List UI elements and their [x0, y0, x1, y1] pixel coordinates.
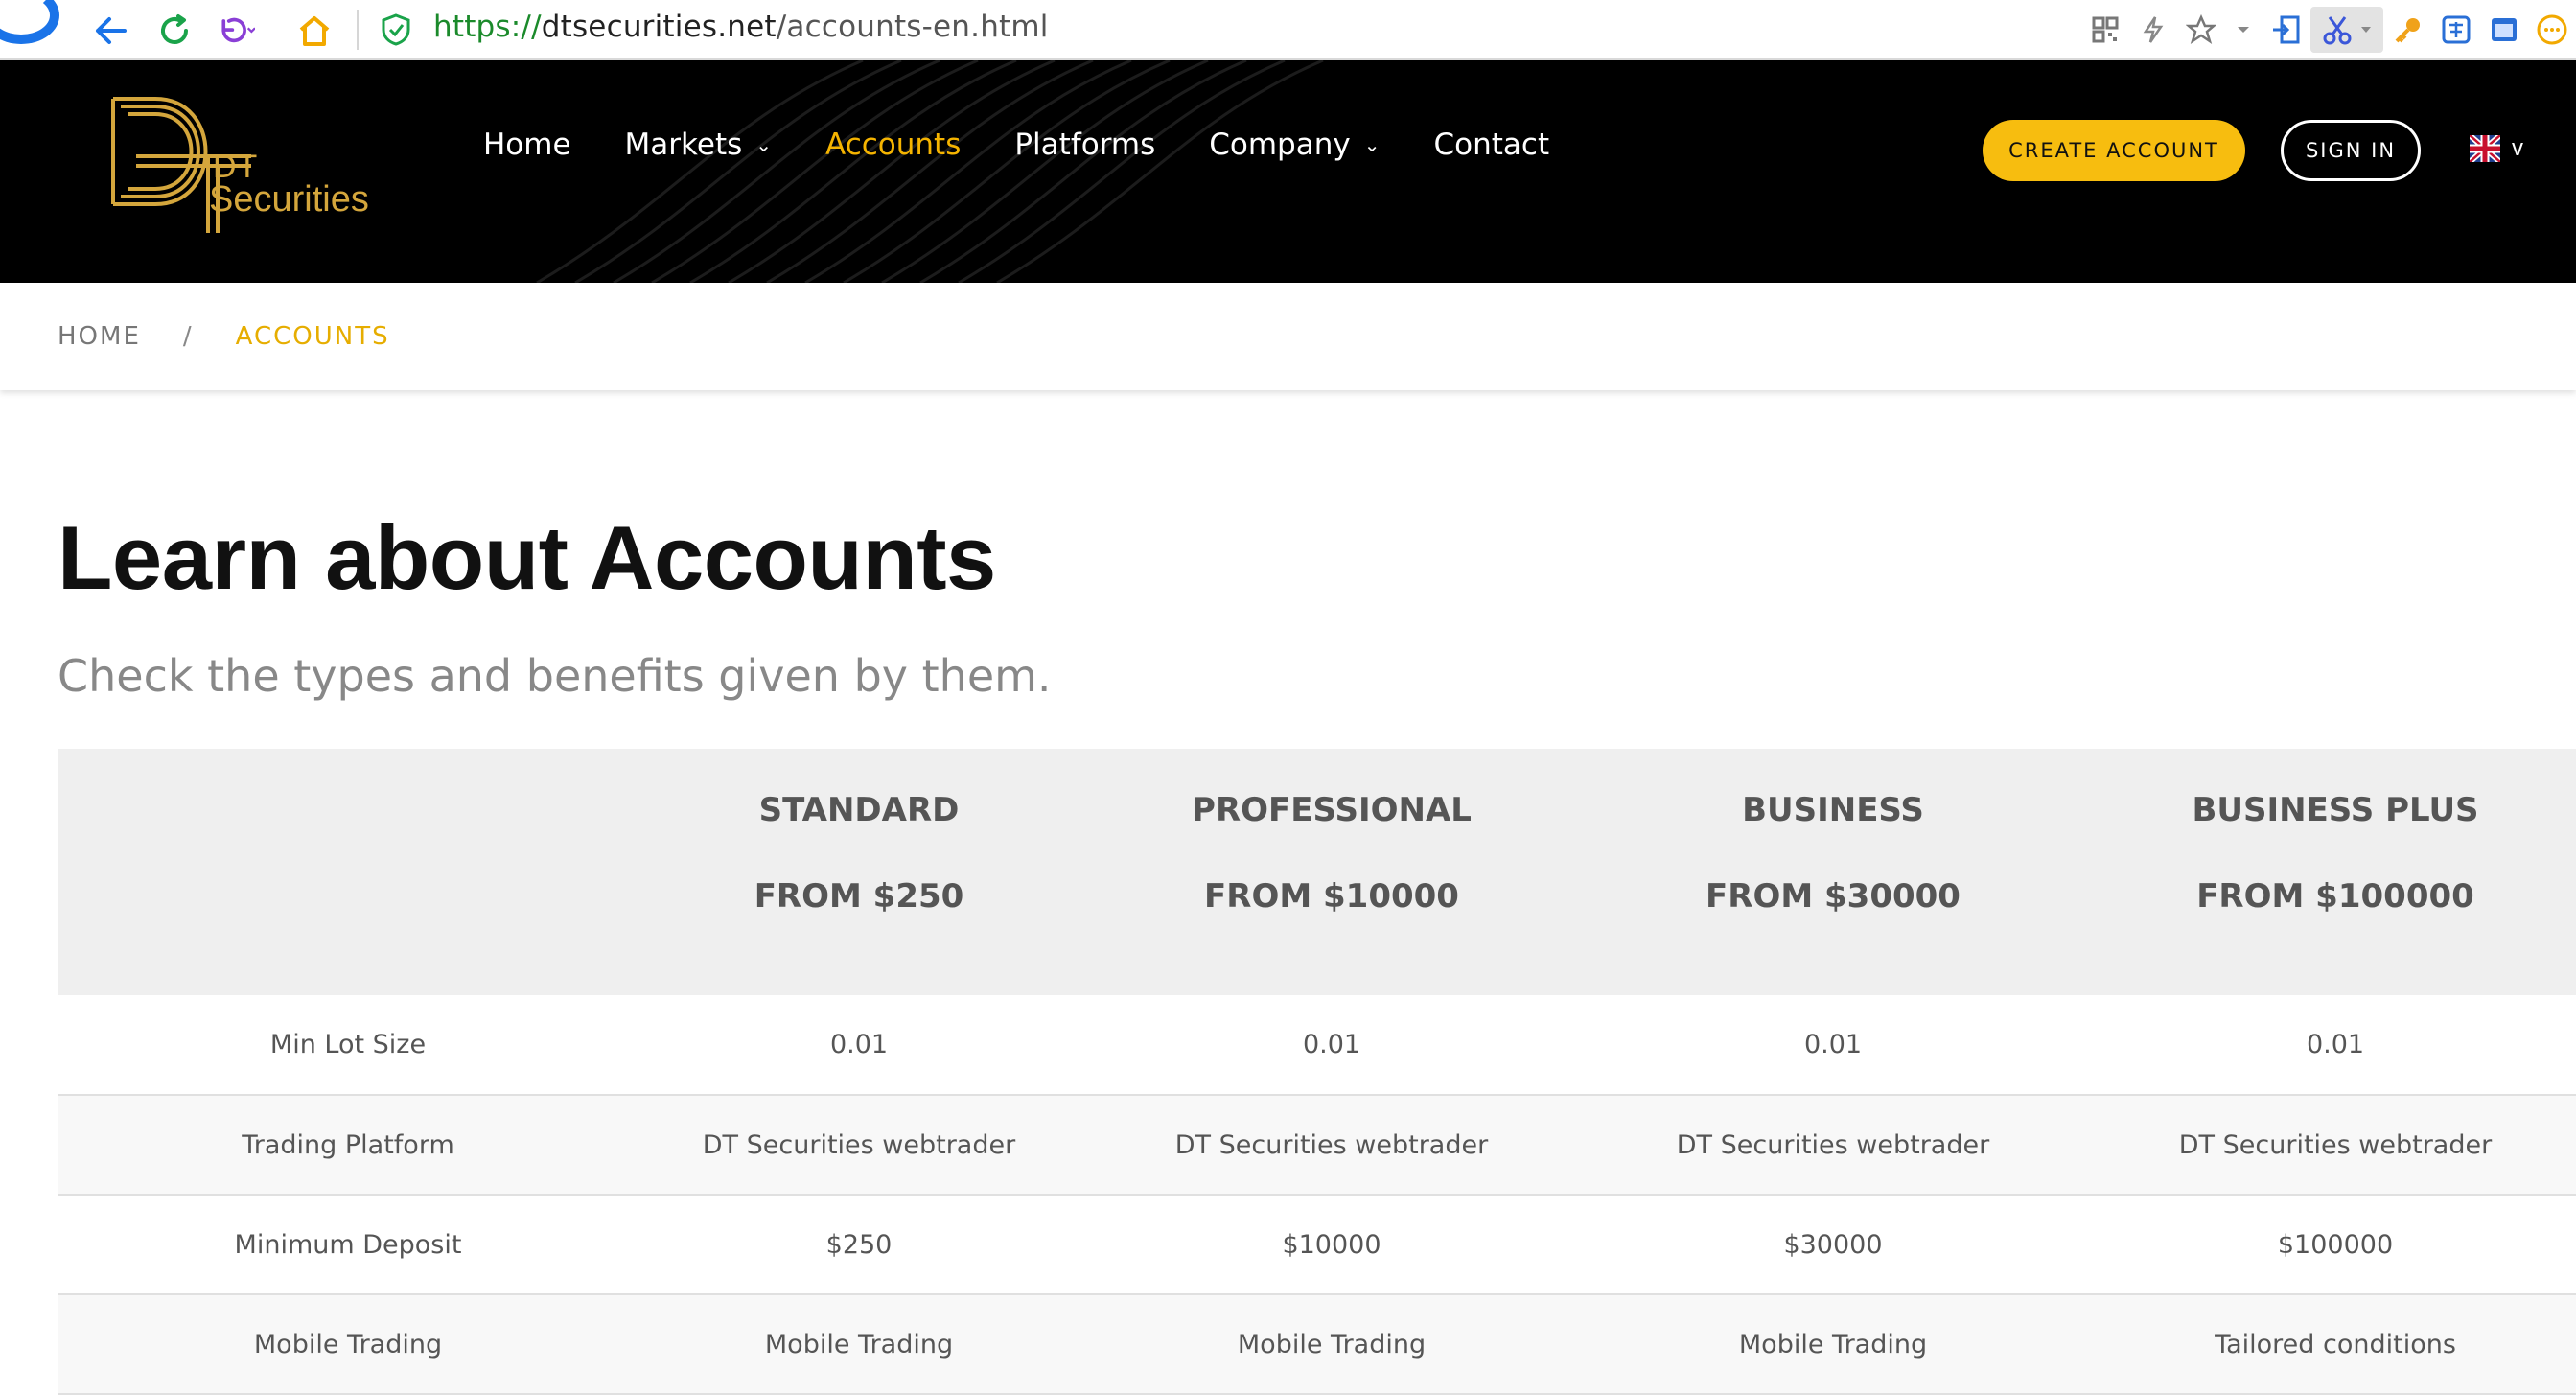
- table-cell: Mobile Trading: [638, 1294, 1079, 1395]
- breadcrumb: HOME / ACCOUNTS: [0, 283, 2576, 390]
- nav-platforms[interactable]: Platforms: [1014, 128, 1155, 162]
- table-cell: DT Securities webtrader: [638, 1095, 1079, 1196]
- nav-markets-label: Markets: [624, 128, 743, 162]
- table-cell: Tailored conditions: [2082, 1294, 2576, 1395]
- accounts-comparison-table: STANDARD FROM $250 PROFESSIONAL FROM $1000…: [58, 749, 2576, 1395]
- plan-price: FROM $10000: [1204, 877, 1459, 916]
- url-protocol: https://: [433, 10, 542, 44]
- table-header: STANDARD FROM $250 PROFESSIONAL FROM $1000…: [58, 749, 2576, 995]
- table-header-row: STANDARD FROM $250 PROFESSIONAL FROM $1000…: [58, 749, 2576, 995]
- nav-company[interactable]: Company ⌄: [1209, 128, 1380, 162]
- table-cell: 0.01: [638, 995, 1079, 1096]
- plan-name: PROFESSIONAL: [1192, 791, 1472, 829]
- row-label: Min Lot Size: [58, 995, 638, 1096]
- reload-icon[interactable]: [155, 12, 194, 50]
- back-arrow-icon[interactable]: [91, 12, 129, 50]
- key-icon[interactable]: [2385, 7, 2431, 53]
- browser-logo-icon: [0, 0, 59, 44]
- table-cell: $10000: [1079, 1195, 1584, 1295]
- login-extension-icon[interactable]: [2263, 7, 2309, 53]
- table-cell: 0.01: [2082, 995, 2576, 1096]
- nav-company-label: Company: [1209, 128, 1351, 162]
- address-bar[interactable]: https://dtsecurities.net/accounts-en.htm…: [433, 10, 1049, 44]
- table-body: Min Lot Size 0.01 0.01 0.01 0.01 Trading…: [58, 995, 2576, 1395]
- lightning-icon[interactable]: [2130, 7, 2176, 53]
- row-label: Mobile Trading: [58, 1294, 638, 1395]
- security-shield-icon: [382, 13, 410, 46]
- plan-name: STANDARD: [758, 791, 960, 829]
- plan-name: BUSINESS: [1742, 791, 1924, 829]
- plan-header-business-plus: BUSINESS PLUS FROM $100000: [2082, 749, 2576, 995]
- nav-accounts[interactable]: Accounts: [825, 128, 961, 162]
- sign-in-button[interactable]: SIGN IN: [2281, 120, 2421, 181]
- table-cell: 0.01: [1079, 995, 1584, 1096]
- nav-contact[interactable]: Contact: [1434, 128, 1550, 162]
- table-cell: Mobile Trading: [1079, 1294, 1584, 1395]
- table-row: Mobile Trading Mobile Trading Mobile Tra…: [58, 1294, 2576, 1395]
- breadcrumb-home[interactable]: HOME: [58, 322, 141, 351]
- table-cell: $30000: [1584, 1195, 2082, 1295]
- qr-code-icon[interactable]: [2082, 7, 2128, 53]
- language-selector[interactable]: v: [2470, 135, 2523, 162]
- table-row: Min Lot Size 0.01 0.01 0.01 0.01: [58, 995, 2576, 1096]
- table-header-empty: [58, 749, 638, 995]
- nav-home-label: Home: [483, 128, 571, 162]
- browser-toolbar: https://dtsecurities.net/accounts-en.htm…: [0, 0, 2576, 60]
- scissors-icon[interactable]: [2310, 7, 2383, 53]
- table-cell: $100000: [2082, 1195, 2576, 1295]
- nav-contact-label: Contact: [1433, 128, 1550, 162]
- table-row: Minimum Deposit $250 $10000 $30000 $1000…: [58, 1195, 2576, 1295]
- chevron-down-icon[interactable]: [2226, 7, 2261, 53]
- table-cell: DT Securities webtrader: [1584, 1095, 2082, 1196]
- nav-markets[interactable]: Markets ⌄: [625, 128, 772, 162]
- bookmark-star-icon[interactable]: [2178, 7, 2224, 53]
- url-path: /accounts-en.html: [776, 10, 1049, 44]
- breadcrumb-current: ACCOUNTS: [235, 322, 390, 351]
- uk-flag-icon: [2470, 135, 2500, 162]
- row-label: Trading Platform: [58, 1095, 638, 1196]
- table-cell: $250: [638, 1195, 1079, 1295]
- table-cell: Mobile Trading: [1584, 1294, 2082, 1395]
- logo-text-securities: Securities: [209, 179, 369, 220]
- page-subtitle: Check the types and benefits given by th…: [58, 650, 1052, 702]
- table-cell: 0.01: [1584, 995, 2082, 1096]
- toolbar-extensions: [2081, 4, 2576, 56]
- language-caret: v: [2512, 135, 2523, 161]
- table-row: Trading Platform DT Securities webtrader…: [58, 1095, 2576, 1196]
- plan-header-business: BUSINESS FROM $30000: [1584, 749, 2082, 995]
- breadcrumb-separator: /: [182, 322, 194, 351]
- nav-home[interactable]: Home: [483, 128, 571, 162]
- url-divider: [357, 10, 359, 50]
- chevron-down-icon: ⌄: [1363, 133, 1381, 156]
- site-header: DT Securities Home Markets ⌄ Accounts Pla…: [0, 60, 2576, 283]
- table-cell: DT Securities webtrader: [2082, 1095, 2576, 1196]
- plan-price: FROM $100000: [2196, 877, 2474, 916]
- emoji-menu-icon[interactable]: [2529, 7, 2575, 53]
- plan-price: FROM $250: [754, 877, 964, 916]
- chevron-down-icon: ⌄: [755, 133, 773, 156]
- nav-accounts-label: Accounts: [825, 128, 962, 162]
- nav-platforms-label: Platforms: [1014, 128, 1156, 162]
- window-icon[interactable]: [2481, 7, 2527, 53]
- plan-name: BUSINESS PLUS: [2192, 791, 2479, 829]
- plan-header-standard: STANDARD FROM $250: [638, 749, 1079, 995]
- undo-icon[interactable]: [217, 12, 255, 50]
- home-icon[interactable]: [295, 12, 334, 50]
- plan-price: FROM $30000: [1706, 877, 1961, 916]
- page-title: Learn about Accounts: [58, 507, 996, 608]
- translate-icon[interactable]: [2433, 7, 2479, 53]
- plan-header-professional: PROFESSIONAL FROM $10000: [1079, 749, 1584, 995]
- row-label: Minimum Deposit: [58, 1195, 638, 1295]
- table-cell: DT Securities webtrader: [1079, 1095, 1584, 1196]
- create-account-button[interactable]: CREATE ACCOUNT: [1983, 120, 2245, 181]
- url-host: dtsecurities.net: [541, 10, 777, 44]
- main-navigation: Home Markets ⌄ Accounts Platforms Company…: [483, 128, 1603, 162]
